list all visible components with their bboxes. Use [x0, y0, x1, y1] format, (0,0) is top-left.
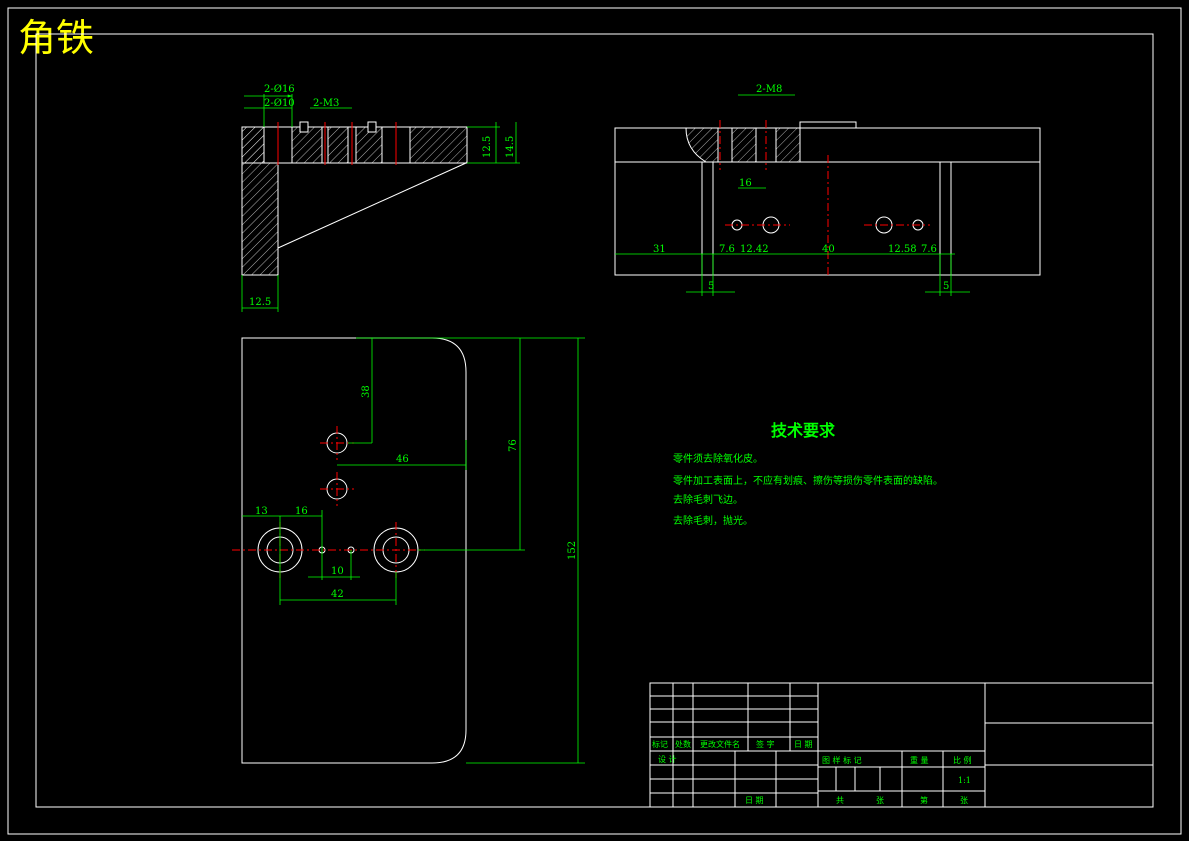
tb-date: 日 期 — [745, 796, 764, 805]
tech-req-item-3: 去除毛刺飞边。 — [673, 493, 743, 506]
tb-design: 设 计 — [658, 754, 677, 764]
dim-16-top: 16 — [295, 506, 308, 517]
dim-2-m3: 2-M3 — [313, 98, 339, 109]
tech-req-item-1: 零件须去除氧化皮。 — [673, 452, 763, 465]
dim-152: 152 — [567, 541, 578, 560]
dim-13: 13 — [255, 506, 268, 517]
tb-sheet-total-unit: 张 — [876, 796, 884, 805]
engineering-drawing: 2-Ø16 2-Ø10 2-M3 12.5 14.5 12.5 2-M8 16 … — [7, 7, 1182, 835]
dim-12-42: 12.42 — [740, 244, 769, 255]
dim-2-d10: 2-Ø10 — [264, 98, 295, 109]
dim-31: 31 — [653, 244, 666, 255]
tech-req-item-4: 去除毛刺，抛光。 — [673, 514, 753, 527]
dim-40: 40 — [822, 244, 835, 255]
dim-38: 38 — [361, 385, 372, 398]
dim-12-58: 12.58 — [888, 244, 917, 255]
dim-76: 76 — [508, 439, 519, 452]
dim-42: 42 — [331, 589, 344, 600]
dim-2-d16: 2-Ø16 — [264, 84, 295, 95]
tb-sheet-no-unit: 张 — [960, 796, 968, 805]
outer-border — [7, 7, 1182, 835]
tb-weight: 重 量 — [910, 755, 929, 765]
tb-rev-sign: 签 字 — [756, 739, 775, 749]
tb-rev-count: 处数 — [675, 739, 691, 749]
tb-rev-date: 日 期 — [794, 740, 813, 749]
tb-rev-doc: 更改文件名 — [700, 739, 740, 749]
front-view-dims — [615, 94, 970, 296]
tb-pattern-mark: 图 样 标 记 — [822, 755, 862, 765]
tb-rev-mark: 标记 — [652, 739, 668, 749]
side-view — [241, 121, 468, 276]
tb-scale-label: 比 例 — [953, 755, 972, 765]
dim-12-5-height: 12.5 — [482, 136, 493, 158]
dim-14-5-height: 14.5 — [505, 136, 516, 158]
tb-sheet-total: 共 — [836, 796, 844, 805]
dim-7-6-left: 7.6 — [719, 244, 735, 255]
rib-line — [277, 162, 467, 249]
dim-10: 10 — [331, 566, 344, 577]
tech-req-heading: 技术要求 — [771, 421, 836, 440]
dim-7-6-right: 7.6 — [921, 244, 937, 255]
tb-scale-value: 1:1 — [958, 776, 971, 785]
dim-46: 46 — [396, 454, 409, 465]
dim-5-left: 5 — [708, 281, 714, 292]
dim-16-front: 16 — [739, 178, 752, 189]
tb-sheet-no: 第 — [920, 795, 928, 805]
tech-req-item-2: 零件加工表面上，不应有划痕、擦伤等损伤零件表面的缺陷。 — [673, 474, 943, 487]
dim-5-right: 5 — [943, 281, 949, 292]
dim-12-5-width: 12.5 — [249, 297, 271, 308]
dim-2-m8: 2-M8 — [756, 84, 782, 95]
